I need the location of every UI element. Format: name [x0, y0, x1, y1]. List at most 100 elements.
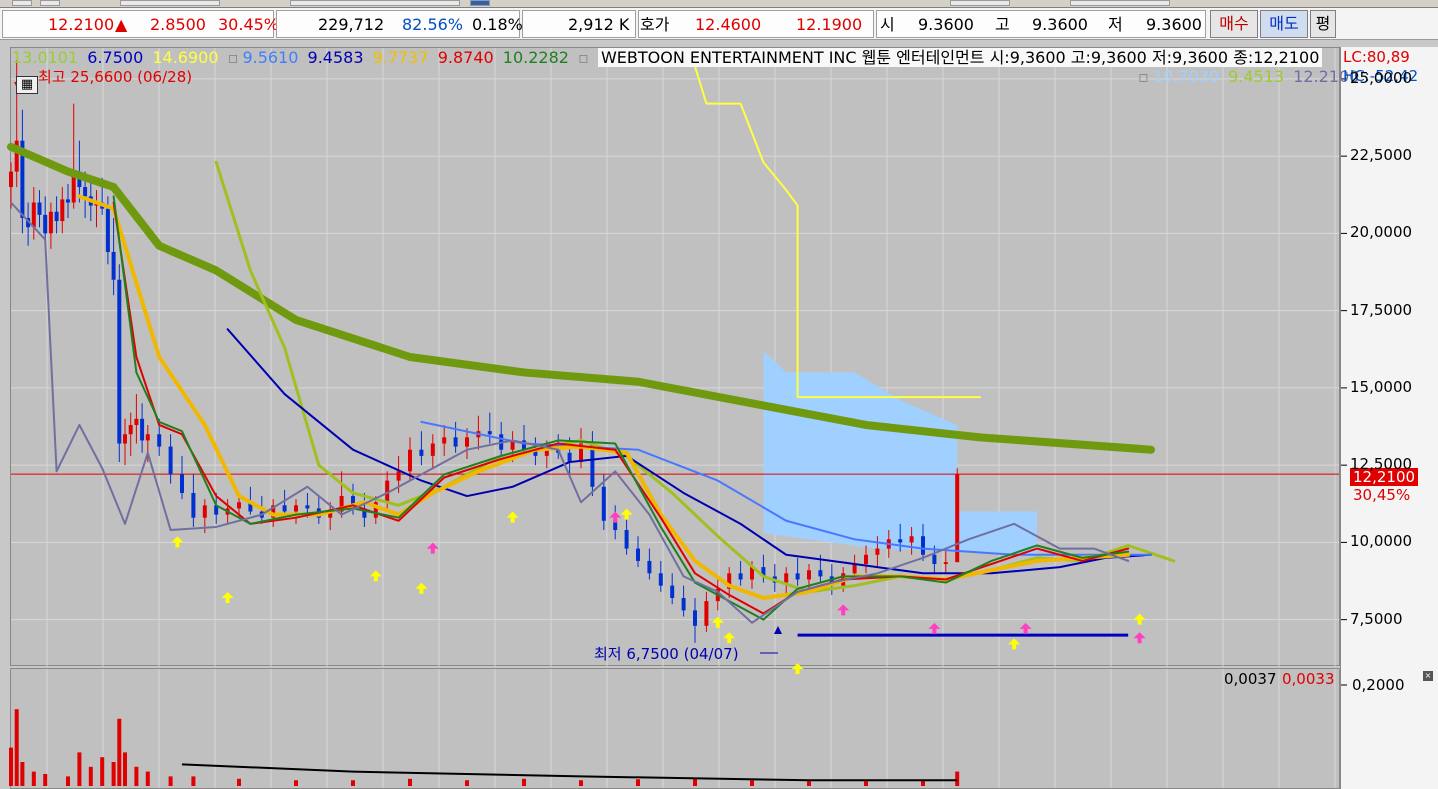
volume-axis-tick: 0,2000 [1352, 676, 1405, 694]
candle-body [601, 486, 606, 521]
volume-bar [20, 762, 25, 786]
volume-bar [750, 780, 754, 786]
candle-body [128, 424, 133, 435]
volume-bar [31, 771, 36, 786]
legend-value: 9.4513 [1228, 67, 1285, 86]
chart-options-icon[interactable]: ▦ [16, 76, 38, 94]
legend-value: 13.0101 [12, 48, 79, 67]
signal-arrow-icon [837, 604, 850, 616]
volume-bar [66, 776, 70, 786]
candle-body [442, 437, 447, 444]
volume-bar [77, 752, 82, 786]
candle-body [117, 279, 122, 444]
candle-body [60, 199, 65, 222]
y-tick-label: 20,0000 [1350, 223, 1413, 242]
candle-body [852, 564, 857, 574]
volume-bar [955, 771, 960, 786]
candle-body [658, 573, 663, 586]
candle-body [647, 560, 652, 574]
candle-body [704, 601, 709, 626]
volume-bar [636, 779, 640, 786]
legend-value: 9.4583 [307, 48, 364, 67]
signal-arrow-icon [415, 582, 428, 594]
signal-arrow-icon [791, 663, 804, 675]
volume-bar [9, 747, 13, 786]
candle-body [567, 452, 572, 463]
signal-arrow-icon [369, 570, 382, 582]
legend-value: 10.2282 [502, 48, 569, 67]
legend-row-2: ▫ 10.7030 9.4513 12.2100 [1138, 66, 1363, 88]
volume-bar [237, 778, 241, 786]
candle-body [66, 199, 70, 203]
signal-arrow-icon [171, 536, 184, 548]
low-note: 최저 6,7500 (04/07) [594, 645, 739, 663]
candle-body [396, 471, 401, 481]
candle-body [157, 434, 162, 447]
volume-bar [294, 780, 298, 786]
legend-value: 9.8740 [437, 48, 494, 67]
volume-bar [123, 752, 127, 786]
candle-body [111, 251, 116, 280]
candle-body [738, 573, 743, 580]
candle-body [909, 536, 914, 543]
candle-body [202, 505, 207, 518]
legend-marker-icon: ▫ [227, 48, 239, 67]
signal-arrow-icon [221, 592, 234, 604]
volume-bar [14, 709, 19, 786]
candle-body [140, 418, 145, 441]
candle-body [465, 437, 469, 447]
candle-body [487, 431, 492, 435]
legend-value: 9.7737 [372, 48, 429, 67]
volume-bar [408, 778, 412, 786]
candle-body [807, 570, 811, 580]
y-tick-label: 22,5000 [1350, 146, 1413, 165]
candle-body [237, 502, 241, 509]
series-line-ma_green [112, 195, 1130, 621]
candle-body [624, 530, 629, 549]
candle-body [943, 562, 948, 565]
candle-body [636, 548, 640, 561]
volume-bar [43, 774, 48, 786]
candle-body [9, 171, 13, 188]
candle-body [898, 539, 903, 543]
volume-bar [807, 781, 811, 786]
signal-arrow-icon [609, 511, 622, 523]
panel-close-icon[interactable]: × [1423, 671, 1433, 681]
y-tick-label: 15,0000 [1350, 377, 1413, 396]
signal-arrow-icon [928, 622, 941, 634]
lc-value: LC:80,89 [1343, 48, 1410, 66]
series-line-ma_gray [10, 201, 1130, 624]
candle-body [37, 202, 42, 215]
y-tick-label: 10,0000 [1350, 532, 1413, 551]
volume-bar [145, 771, 150, 786]
candle-body [795, 573, 800, 580]
candle-body [54, 211, 59, 222]
current-change-tag: 30,45% [1353, 486, 1411, 504]
y-tick-label: 17,5000 [1350, 300, 1413, 319]
legend-value: 9.5610 [242, 48, 299, 67]
candle-body [83, 187, 88, 197]
candle-body [43, 214, 48, 234]
stock-title: WEBTOON ENTERTAINMENT INC 웹툰 엔터테인먼트 시:9,… [597, 48, 1323, 67]
candle-body [145, 434, 150, 441]
candle-body [955, 474, 960, 563]
legend-value: 6.7500 [87, 48, 144, 67]
candle-body [31, 202, 36, 228]
series-line-yellow_step [694, 65, 981, 399]
candle-body [408, 449, 412, 472]
signal-arrow-icon [723, 632, 736, 644]
signal-arrow-icon [1133, 613, 1146, 625]
candle-body [419, 449, 424, 456]
candle-body [693, 610, 697, 626]
y-tick-label: 12,5000 [1350, 455, 1413, 474]
volume-bar [111, 762, 116, 786]
volume-bar [351, 780, 355, 786]
candle-body [168, 446, 173, 475]
candle-body [191, 492, 196, 518]
chart-canvas [7, 48, 1347, 788]
candle-body [105, 208, 110, 252]
volume-indicator-black: 0,0037 [1224, 670, 1277, 688]
volume-bar [579, 780, 583, 786]
candle-body [48, 211, 53, 234]
volume-bar [864, 781, 868, 786]
